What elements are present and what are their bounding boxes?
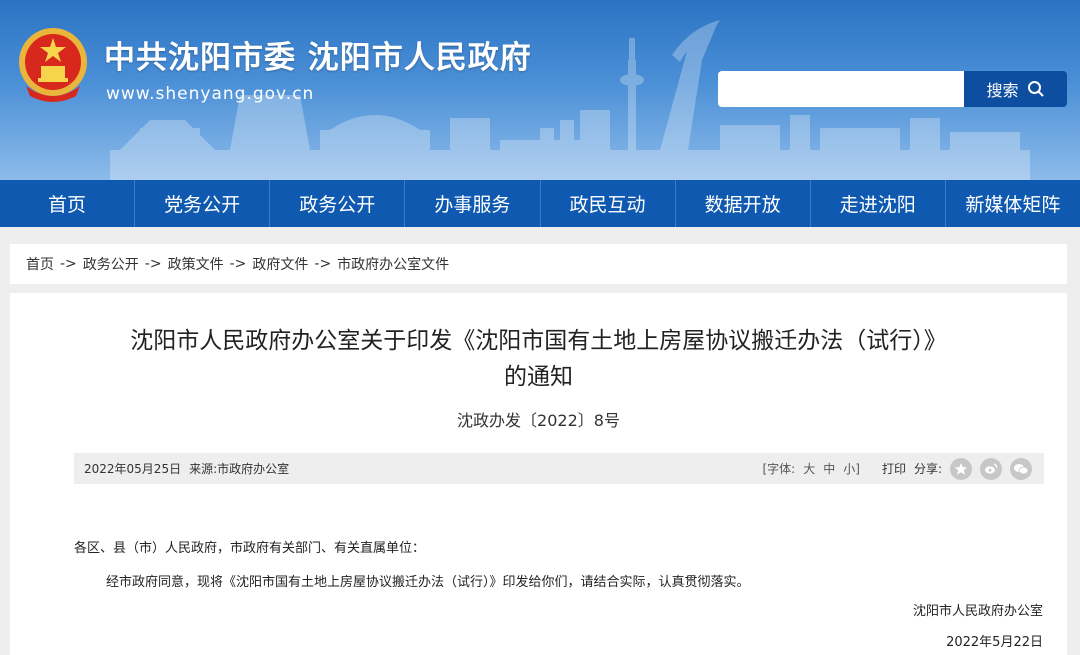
nav-item-party-affairs[interactable]: 党务公开 bbox=[134, 180, 269, 227]
font-large-button[interactable]: 大 bbox=[803, 460, 815, 477]
breadcrumb-separator: -> bbox=[229, 256, 247, 272]
article-title: 沈阳市人民政府办公室关于印发《沈阳市国有土地上房屋协议搬迁办法（试行）》 的通知 bbox=[10, 323, 1067, 395]
print-button[interactable]: 打印 bbox=[882, 460, 906, 477]
salutation: 各区、县（市）人民政府，市政府有关部门、有关直属单位： bbox=[74, 541, 426, 556]
nav-item-home[interactable]: 首页 bbox=[0, 180, 134, 227]
nav-item-open-data[interactable]: 数据开放 bbox=[674, 180, 810, 227]
source-value: 市政府办公室 bbox=[217, 462, 290, 476]
site-header: 中共沈阳市委 沈阳市人民政府 www.shenyang.gov.cn 搜索 bbox=[0, 0, 1080, 180]
nav-item-government-affairs[interactable]: 政务公开 bbox=[269, 180, 404, 227]
qzone-star-icon[interactable] bbox=[950, 457, 972, 480]
breadcrumb-office-documents[interactable]: 市政府办公室文件 bbox=[337, 254, 449, 274]
search-icon bbox=[1027, 81, 1044, 97]
nav-item-services[interactable]: 办事服务 bbox=[404, 180, 539, 227]
sign-date: 2022年5月22日 bbox=[946, 635, 1043, 650]
article-panel: 沈阳市人民政府办公室关于印发《沈阳市国有土地上房屋协议搬迁办法（试行）》 的通知… bbox=[10, 293, 1067, 655]
breadcrumb: 首页 -> 政务公开 -> 政策文件 -> 政府文件 -> 市政府办公室文件 bbox=[10, 244, 1067, 284]
site-title: 中共沈阳市委 沈阳市人民政府 bbox=[104, 40, 532, 76]
share-label: 分享: bbox=[913, 462, 942, 476]
weibo-icon[interactable] bbox=[980, 457, 1002, 480]
wechat-icon[interactable] bbox=[1010, 457, 1032, 480]
font-medium-button[interactable]: 中 bbox=[823, 460, 835, 477]
nav-item-new-media[interactable]: 新媒体矩阵 bbox=[944, 180, 1080, 227]
search-button-label: 搜索 bbox=[986, 81, 1019, 100]
breadcrumb-policy-documents[interactable]: 政策文件 bbox=[168, 254, 224, 274]
nav-item-about-shenyang[interactable]: 走进沈阳 bbox=[809, 180, 945, 227]
site-url: www.shenyang.gov.cn bbox=[106, 84, 315, 104]
search-box: 搜索 bbox=[718, 71, 1067, 107]
breadcrumb-government-documents[interactable]: 政府文件 bbox=[252, 254, 308, 274]
search-input[interactable] bbox=[718, 71, 964, 107]
breadcrumb-separator: -> bbox=[144, 256, 162, 272]
breadcrumb-home[interactable]: 首页 bbox=[26, 254, 54, 274]
article-meta-bar: 2022年05月25日 来源: 市政府办公室 [字体: 大 中 小] 打印 分享… bbox=[74, 453, 1044, 484]
article-paragraph: 经市政府同意，现将《沈阳市国有土地上房屋协议搬迁办法（试行）》印发给你们，请结合… bbox=[106, 575, 750, 590]
nav-item-interaction[interactable]: 政民互动 bbox=[539, 180, 675, 227]
source-label: 来源: bbox=[189, 462, 218, 476]
article-title-line1: 沈阳市人民政府办公室关于印发《沈阳市国有土地上房屋协议搬迁办法（试行）》 bbox=[130, 328, 947, 354]
breadcrumb-separator: -> bbox=[60, 256, 77, 272]
signer: 沈阳市人民政府办公室 bbox=[912, 604, 1043, 619]
national-emblem-icon bbox=[19, 28, 87, 102]
font-size-label: [字体: bbox=[762, 462, 796, 476]
article-title-line2: 的通知 bbox=[504, 364, 573, 390]
document-number: 沈政办发〔2022〕8号 bbox=[457, 411, 620, 430]
font-small-button[interactable]: 小] bbox=[843, 460, 860, 477]
breadcrumb-government-affairs[interactable]: 政务公开 bbox=[83, 254, 139, 274]
publish-date: 2022年05月25日 bbox=[84, 462, 182, 476]
search-button[interactable]: 搜索 bbox=[964, 71, 1067, 107]
main-nav: 首页 党务公开 政务公开 办事服务 政民互动 数据开放 走进沈阳 新媒体矩阵 bbox=[0, 180, 1080, 227]
breadcrumb-separator: -> bbox=[314, 256, 332, 272]
